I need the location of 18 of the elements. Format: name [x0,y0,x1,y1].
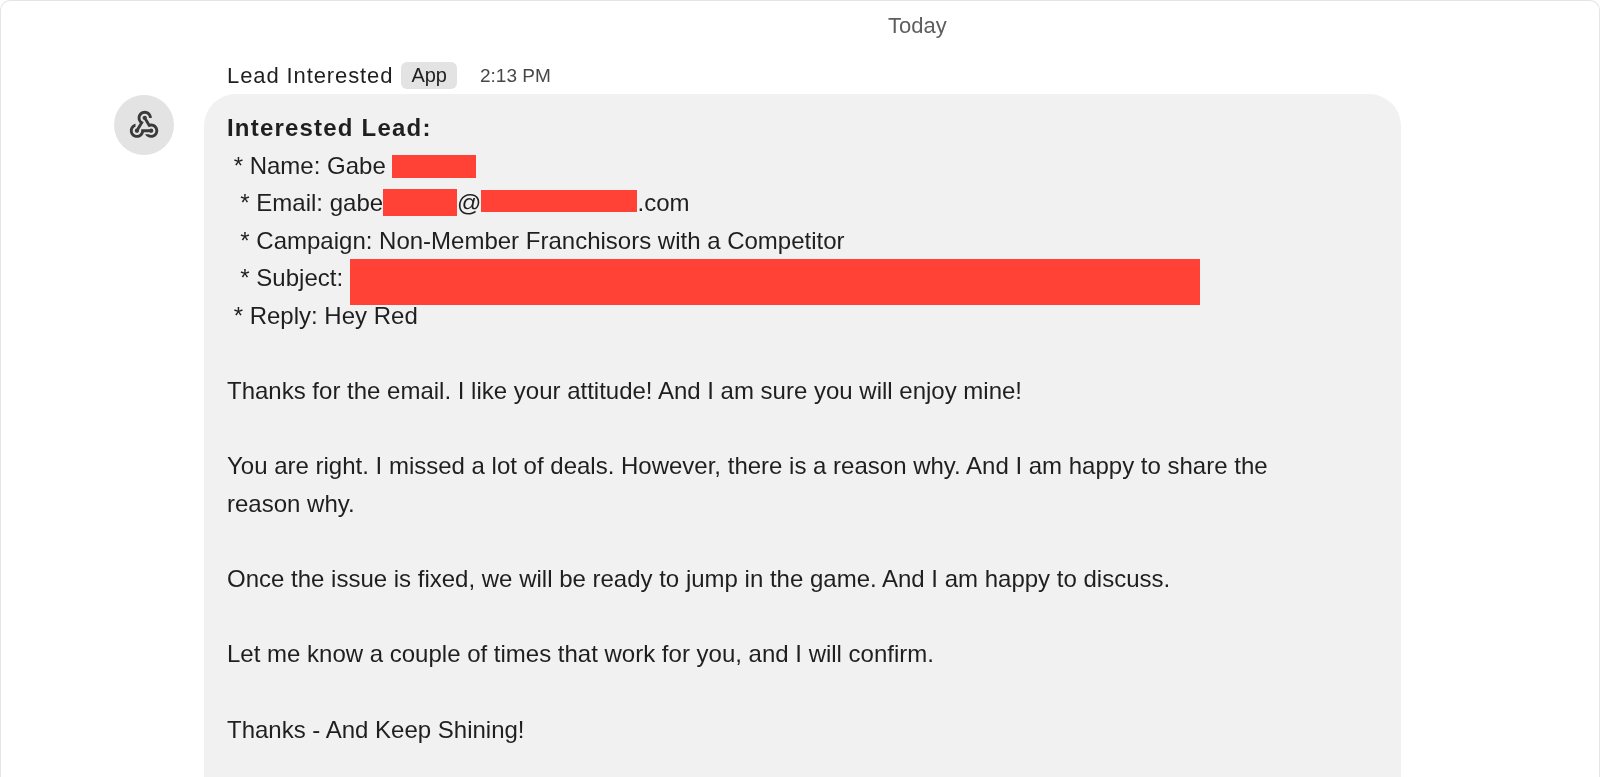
lead-detail-text: * Email: gabe [239,188,384,219]
webhook-icon [114,95,174,155]
message-paragraph: You are right. I missed a lot of deals. However, there is a reason why. And I am happy to share the reason why. [227,451,1269,519]
lead-detail-text: @ [457,188,482,219]
app-badge: App [401,62,457,89]
lead-detail-text: * Name: Gabe [232,150,386,181]
sender-name: Lead Interested [227,62,394,89]
message-paragraph: Thanks for the email. I like your attitude! And I am sure you will enjoy mine! [227,376,1024,407]
timestamp: 2:13 PM [480,64,551,88]
lead-detail-text: * Reply: Hey Red [232,300,418,331]
message-title: Interested Lead: [227,113,432,143]
message-paragraph: Let me know a couple of times that work for you, and I will confirm. [227,639,935,670]
date-divider: Today [888,12,947,40]
lead-detail-text: * Campaign: Non-Member Franchisors with a Competitor [239,225,845,256]
lead-detail-text: * Subject: [239,263,344,294]
message-paragraph: Thanks - And Keep Shining! [227,714,526,745]
message-paragraph: Once the issue is fixed, we will be ready to jump in the game. And I am happy to discuss. [227,564,1172,595]
lead-detail-text: .com [637,188,690,219]
